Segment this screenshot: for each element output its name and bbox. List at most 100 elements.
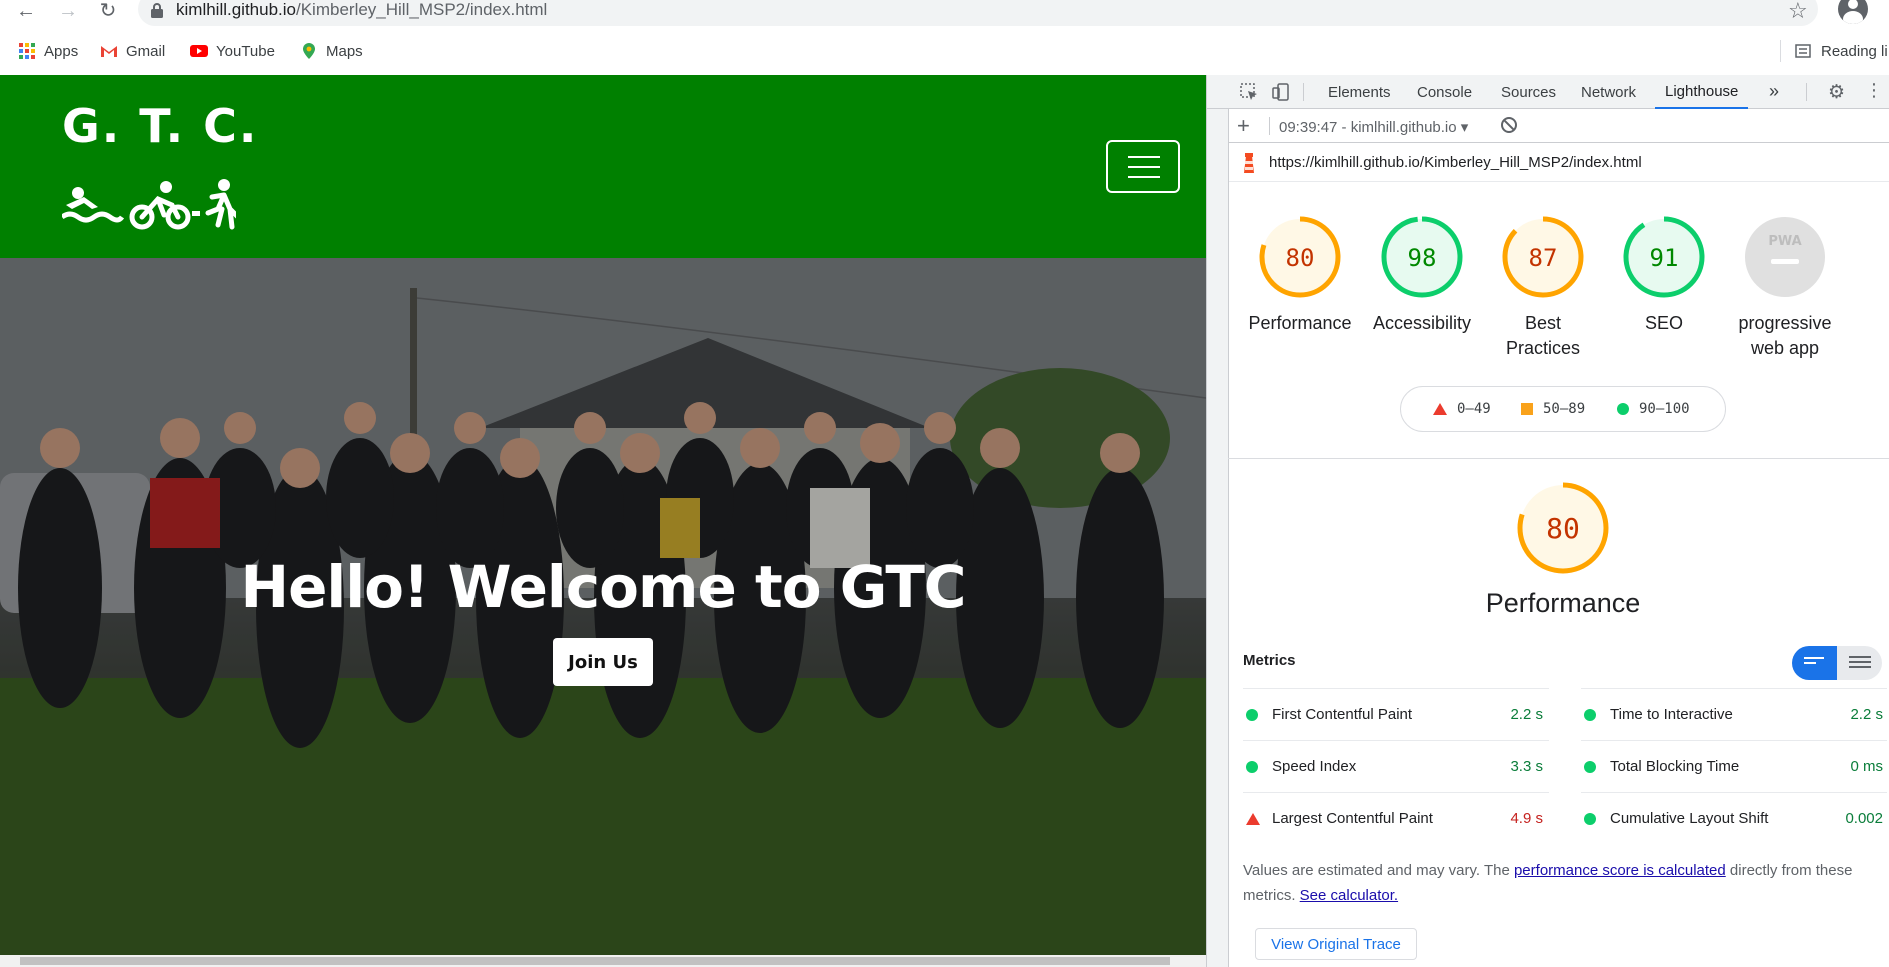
toggle-line bbox=[1804, 662, 1816, 664]
performance-gauge-large: 80 bbox=[1495, 480, 1631, 581]
tab-lighthouse[interactable]: Lighthouse bbox=[1655, 75, 1749, 109]
note-text: Values are estimated and may vary. The bbox=[1243, 862, 1514, 879]
lighthouse-toolbar: + 09:39:47 - kimlhill.github.io ▾ bbox=[1229, 109, 1889, 143]
metrics-view-toggle[interactable] bbox=[1792, 646, 1882, 680]
report-url-row: https://kimlhill.github.io/Kimberley_Hil… bbox=[1229, 144, 1889, 182]
toggle-line bbox=[1804, 657, 1824, 659]
bookmark-label: Maps bbox=[326, 42, 363, 60]
fail-triangle-icon bbox=[1433, 403, 1447, 415]
report-selector-text: 09:39:47 - kimlhill.github.io bbox=[1279, 119, 1457, 136]
gauge-score: 98 bbox=[1408, 244, 1437, 272]
gauge-label: SEO bbox=[1644, 313, 1683, 333]
see-calculator-link[interactable]: See calculator. bbox=[1300, 887, 1398, 904]
view-original-trace-button[interactable]: View Original Trace bbox=[1255, 928, 1417, 960]
triathlon-icon bbox=[62, 179, 236, 230]
metric-cumulative-layout-shift[interactable]: Cumulative Layout Shift 0.002 bbox=[1581, 792, 1887, 844]
metric-value: 3.3 s bbox=[1510, 758, 1543, 775]
scrollbar-thumb[interactable] bbox=[20, 957, 1170, 965]
pass-circle-icon bbox=[1584, 813, 1596, 825]
browser-chrome: ← → ↻ kimlhill.github.io/Kimberley_Hill_… bbox=[0, 0, 1889, 74]
gauge-seo[interactable]: 91 SEO bbox=[1604, 215, 1724, 336]
gauge-best-practices[interactable]: 87 Best Practices bbox=[1483, 215, 1603, 361]
legend-fail: 0–49 bbox=[1433, 401, 1491, 417]
hero-heading: Hello! Welcome to GTC bbox=[240, 553, 967, 621]
average-square-icon bbox=[1521, 403, 1533, 415]
hamburger-line bbox=[1128, 166, 1160, 168]
pass-circle-icon bbox=[1584, 709, 1596, 721]
reading-list-button[interactable]: Reading li bbox=[1795, 38, 1888, 64]
bookmark-star-icon[interactable]: ☆ bbox=[1788, 0, 1808, 24]
performance-score-link[interactable]: performance score is calculated bbox=[1514, 862, 1726, 879]
toolbar-divider bbox=[1303, 83, 1304, 101]
gauge-performance[interactable]: 80 Performance bbox=[1240, 215, 1360, 336]
tab-network[interactable]: Network bbox=[1581, 75, 1636, 109]
gauge-accessibility[interactable]: 98 Accessibility bbox=[1362, 215, 1482, 336]
page-viewport: G. T. C. Hello! Welcome to GTC Join Us bbox=[0, 75, 1206, 967]
tab-elements[interactable]: Elements bbox=[1328, 75, 1391, 109]
url-path: /Kimberley_Hill_MSP2/index.html bbox=[296, 0, 548, 19]
device-toolbar-icon[interactable] bbox=[1271, 82, 1291, 102]
bookmark-maps[interactable]: Maps bbox=[300, 38, 363, 64]
metric-total-blocking-time[interactable]: Total Blocking Time 0 ms bbox=[1581, 740, 1887, 792]
forward-arrow-icon[interactable]: → bbox=[56, 0, 80, 22]
metric-name: Cumulative Layout Shift bbox=[1610, 810, 1769, 827]
metric-speed-index[interactable]: Speed Index 3.3 s bbox=[1243, 740, 1549, 792]
browser-toolbar: ← → ↻ kimlhill.github.io/Kimberley_Hill_… bbox=[0, 0, 1889, 26]
reading-list-label: Reading li bbox=[1821, 42, 1888, 60]
clear-reports-icon[interactable] bbox=[1501, 117, 1517, 133]
profile-avatar-icon[interactable] bbox=[1838, 0, 1868, 24]
gauge-score: 91 bbox=[1650, 244, 1679, 272]
bookmark-apps[interactable]: Apps bbox=[18, 38, 78, 64]
devtools-tab-bar: Elements Console Sources Network Lightho… bbox=[1207, 75, 1889, 109]
metric-time-to-interactive[interactable]: Time to Interactive 2.2 s bbox=[1581, 688, 1887, 740]
new-report-plus-icon[interactable]: + bbox=[1237, 113, 1250, 139]
metric-name: Speed Index bbox=[1272, 758, 1357, 775]
gauge-score: 80 bbox=[1546, 512, 1580, 545]
metric-largest-contentful-paint[interactable]: Largest Contentful Paint 4.9 s bbox=[1243, 792, 1549, 844]
site-header: G. T. C. bbox=[0, 75, 1206, 258]
tab-console[interactable]: Console bbox=[1417, 75, 1472, 109]
gauge-ring: 91 bbox=[1623, 216, 1705, 298]
url-host: kimlhill.github.io bbox=[176, 0, 296, 19]
settings-gear-icon[interactable]: ⚙ bbox=[1828, 81, 1845, 104]
report-url[interactable]: https://kimlhill.github.io/Kimberley_Hil… bbox=[1269, 154, 1642, 171]
navbar-toggle-button[interactable] bbox=[1106, 140, 1180, 193]
gauge-score: 87 bbox=[1529, 244, 1558, 272]
fail-triangle-icon bbox=[1246, 813, 1260, 825]
brand-title[interactable]: G. T. C. bbox=[62, 99, 258, 153]
expanded-view-button[interactable] bbox=[1837, 646, 1882, 680]
metric-first-contentful-paint[interactable]: First Contentful Paint 2.2 s bbox=[1243, 688, 1549, 740]
score-legend: 0–49 50–89 90–100 bbox=[1400, 386, 1726, 432]
bookmark-label: Gmail bbox=[126, 42, 166, 60]
legend-range: 50–89 bbox=[1543, 401, 1586, 417]
report-selector[interactable]: 09:39:47 - kimlhill.github.io ▾ bbox=[1279, 118, 1468, 136]
tab-sources[interactable]: Sources bbox=[1501, 75, 1556, 109]
bookmark-youtube[interactable]: YouTube bbox=[190, 38, 275, 64]
url-text[interactable]: kimlhill.github.io/Kimberley_Hill_MSP2/i… bbox=[176, 0, 547, 20]
join-us-button[interactable]: Join Us bbox=[553, 638, 653, 686]
reload-icon[interactable]: ↻ bbox=[96, 0, 120, 22]
compact-view-button[interactable] bbox=[1792, 646, 1837, 680]
pass-circle-icon bbox=[1617, 403, 1629, 415]
metric-value: 4.9 s bbox=[1510, 810, 1543, 827]
metrics-title: Metrics bbox=[1243, 652, 1296, 669]
customize-menu-icon[interactable]: ⋮ bbox=[1865, 80, 1883, 101]
gauge-ring: 87 bbox=[1502, 216, 1584, 298]
bookmark-label: YouTube bbox=[216, 42, 275, 60]
toggle-line bbox=[1849, 656, 1871, 658]
metric-value: 0.002 bbox=[1845, 810, 1883, 827]
gauge-pwa[interactable]: PWA progressive web app bbox=[1725, 215, 1845, 361]
gauge-label: Accessibility bbox=[1372, 313, 1472, 333]
toolbar-divider bbox=[1806, 83, 1807, 101]
pwa-badge-text: PWA bbox=[1768, 234, 1801, 249]
pass-circle-icon bbox=[1246, 761, 1258, 773]
more-tabs-chevron-icon[interactable]: » bbox=[1769, 81, 1779, 102]
metric-name: Largest Contentful Paint bbox=[1272, 810, 1433, 827]
inspect-element-icon[interactable] bbox=[1239, 82, 1259, 102]
pass-circle-icon bbox=[1584, 761, 1596, 773]
bookmark-gmail[interactable]: Gmail bbox=[100, 38, 165, 64]
gauge-label: progressive web app bbox=[1738, 313, 1832, 358]
back-arrow-icon[interactable]: ← bbox=[14, 0, 38, 22]
legend-pass: 90–100 bbox=[1617, 401, 1690, 417]
page-horizontal-scrollbar[interactable] bbox=[0, 955, 1206, 967]
